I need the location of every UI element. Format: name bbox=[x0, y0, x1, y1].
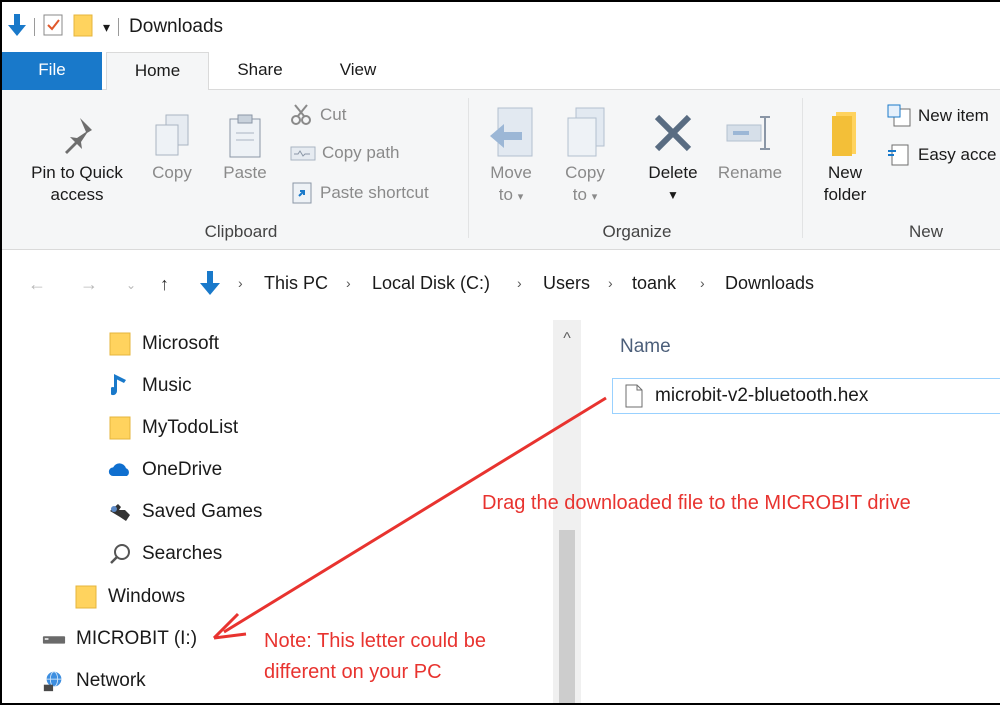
divider bbox=[34, 18, 35, 36]
cut-button[interactable]: Cut bbox=[290, 104, 346, 126]
delete-button[interactable]: Delete ▼ bbox=[638, 104, 708, 206]
breadcrumb-users[interactable]: Users bbox=[543, 273, 590, 294]
ribbon-tabs: File Home Share View bbox=[2, 52, 1000, 91]
column-header-name[interactable]: Name bbox=[620, 336, 671, 358]
group-divider bbox=[468, 98, 469, 238]
window-title: Downloads bbox=[129, 16, 224, 37]
copy-to-icon bbox=[554, 104, 616, 162]
copy-to-button[interactable]: Copy to ▾ bbox=[554, 104, 616, 208]
paste-shortcut-icon bbox=[292, 182, 312, 204]
file-row[interactable]: microbit-v2-bluetooth.hex bbox=[612, 378, 1000, 414]
tab-home[interactable]: Home bbox=[106, 52, 209, 91]
paste-icon bbox=[212, 110, 278, 162]
divider bbox=[118, 18, 120, 36]
drag-instruction-annotation: Drag the downloaded file to the MICROBIT… bbox=[482, 492, 911, 514]
nav-item-network[interactable]: Network bbox=[42, 669, 146, 693]
chevron-right-icon[interactable]: › bbox=[608, 275, 613, 291]
saved-games-icon bbox=[108, 500, 132, 524]
move-to-button[interactable]: Move to ▾ bbox=[480, 104, 542, 208]
file-icon bbox=[625, 384, 643, 408]
copy-icon bbox=[140, 110, 204, 162]
clipboard-group-label: Clipboard bbox=[204, 222, 278, 241]
copy-path-icon bbox=[290, 146, 316, 161]
scroll-up-icon[interactable]: ^ bbox=[553, 330, 581, 348]
easy-access-button[interactable]: Easy acce bbox=[886, 143, 996, 167]
new-folder-button[interactable]: New folder bbox=[810, 104, 880, 206]
drive-icon bbox=[42, 627, 66, 651]
chevron-right-icon[interactable]: › bbox=[346, 275, 351, 291]
nav-item-mytodolist[interactable]: MyTodoList bbox=[108, 416, 238, 440]
chevron-right-icon[interactable]: › bbox=[700, 275, 705, 291]
move-to-icon bbox=[480, 104, 542, 162]
forward-arrow-icon[interactable]: → bbox=[80, 274, 98, 295]
organize-group-label: Organize bbox=[602, 222, 672, 241]
paste-button[interactable]: Paste bbox=[212, 110, 278, 184]
delete-x-icon bbox=[638, 104, 708, 162]
ribbon: Pin to Quick access Copy Paste Cut Copy … bbox=[2, 90, 1000, 250]
pin-icon bbox=[16, 110, 138, 162]
customize-toolbar-icon[interactable]: ▾ bbox=[103, 19, 110, 36]
copy-button[interactable]: Copy bbox=[140, 110, 204, 184]
breadcrumb-this-pc[interactable]: This PC bbox=[264, 273, 328, 294]
pin-to-quick-access-button[interactable]: Pin to Quick access bbox=[16, 110, 138, 206]
chevron-right-icon[interactable]: › bbox=[238, 275, 243, 291]
letter-note-line1: Note: This letter could be bbox=[264, 630, 486, 652]
file-name: microbit-v2-bluetooth.hex bbox=[655, 385, 869, 406]
onedrive-icon bbox=[108, 458, 132, 482]
breadcrumb-downloads[interactable]: Downloads bbox=[725, 273, 814, 294]
folder-icon bbox=[810, 104, 880, 162]
new-item-button[interactable]: New item bbox=[886, 104, 989, 128]
address-bar: ← → ⌄ ↑ › This PC › Local Disk (C:) › Us… bbox=[2, 250, 1000, 320]
new-item-icon bbox=[887, 104, 911, 127]
recent-locations-icon[interactable]: ⌄ bbox=[126, 278, 136, 292]
letter-note-line2: different on your PC bbox=[264, 661, 442, 683]
explorer-window: ▾ Downloads File Home Share View Pin to … bbox=[0, 0, 1000, 705]
tab-share[interactable]: Share bbox=[220, 52, 300, 90]
music-icon bbox=[108, 374, 132, 398]
nav-item-microsoft[interactable]: Microsoft bbox=[108, 332, 219, 356]
breadcrumb-user[interactable]: toank bbox=[632, 273, 676, 294]
tab-view[interactable]: View bbox=[317, 52, 399, 90]
chevron-right-icon[interactable]: › bbox=[517, 275, 522, 291]
nav-item-microbit-drive[interactable]: MICROBIT (I:) bbox=[42, 627, 197, 651]
tab-file[interactable]: File bbox=[2, 52, 102, 90]
rename-icon bbox=[710, 104, 790, 162]
scissors-icon bbox=[291, 104, 311, 125]
nav-item-onedrive[interactable]: OneDrive bbox=[108, 458, 222, 482]
nav-item-searches[interactable]: Searches bbox=[108, 542, 222, 566]
search-icon bbox=[108, 542, 132, 566]
delete-dropdown-icon[interactable]: ▼ bbox=[638, 184, 708, 206]
nav-item-music[interactable]: Music bbox=[108, 374, 192, 398]
paste-shortcut-button[interactable]: Paste shortcut bbox=[290, 181, 429, 205]
title-bar: ▾ Downloads bbox=[2, 2, 1000, 52]
up-arrow-icon[interactable]: ↑ bbox=[160, 274, 169, 295]
nav-item-windows[interactable]: Windows bbox=[74, 585, 185, 609]
folder-icon bbox=[74, 585, 98, 609]
folder-icon bbox=[108, 416, 132, 440]
back-arrow-icon[interactable]: ← bbox=[28, 274, 46, 295]
new-folder-icon[interactable] bbox=[73, 13, 95, 42]
breadcrumb-local-disk[interactable]: Local Disk (C:) bbox=[372, 273, 490, 294]
copy-path-button[interactable]: Copy path bbox=[290, 143, 400, 163]
downloads-location-icon bbox=[200, 271, 220, 300]
new-group-label: New bbox=[908, 222, 943, 241]
easy-access-icon bbox=[888, 144, 909, 166]
scroll-thumb[interactable] bbox=[559, 530, 575, 703]
rename-button[interactable]: Rename bbox=[710, 104, 790, 184]
group-divider bbox=[802, 98, 803, 238]
nav-item-saved-games[interactable]: Saved Games bbox=[108, 500, 262, 524]
folder-icon bbox=[108, 332, 132, 356]
down-arrow-icon[interactable] bbox=[8, 13, 26, 41]
network-icon bbox=[42, 669, 66, 693]
properties-icon[interactable] bbox=[43, 14, 63, 41]
